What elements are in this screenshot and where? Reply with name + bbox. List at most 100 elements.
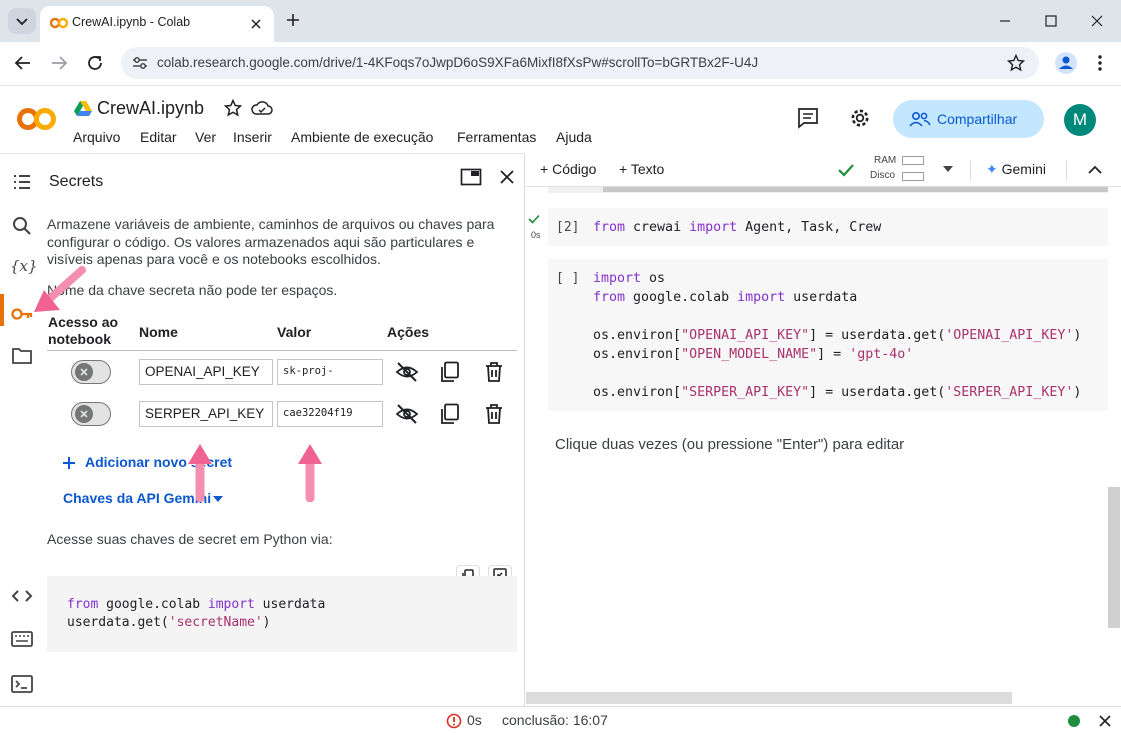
menu-inserir[interactable]: Inserir: [233, 129, 272, 145]
left-sidebar-rail: {x}: [0, 153, 42, 706]
access-toggle-openai[interactable]: [71, 360, 111, 384]
vertical-scrollbar[interactable]: [1108, 487, 1120, 628]
folder-icon[interactable]: [10, 344, 34, 368]
toggle-visibility-icon[interactable]: [395, 360, 419, 384]
menu-ferramentas[interactable]: Ferramentas: [457, 129, 536, 145]
header-actions: Ações: [387, 324, 430, 340]
notebook-toolbar: + Código + Texto RAM Disco ✦ Gemini: [526, 153, 1121, 187]
secrets-panel: Secrets Armazene variáveis de ambiente, …: [34, 153, 525, 706]
address-bar[interactable]: colab.research.google.com/drive/1-4KFoqs…: [121, 47, 1039, 79]
menu-ajuda[interactable]: Ajuda: [556, 129, 592, 145]
search-icon[interactable]: [10, 214, 34, 238]
menu-ver[interactable]: Ver: [195, 129, 216, 145]
header-name: Nome: [139, 324, 178, 340]
access-toggle-serper[interactable]: [71, 402, 111, 426]
disk-label: Disco: [870, 170, 896, 181]
execution-count: [2]: [556, 220, 580, 235]
notebook-title[interactable]: CrewAI.ipynb: [97, 98, 204, 119]
add-code-cell-button[interactable]: + Código: [540, 161, 596, 177]
execution-check-icon: [528, 214, 540, 224]
colab-header: CrewAI.ipynb Arquivo Editar Ver Inserir …: [0, 87, 1121, 153]
key-icon[interactable]: [10, 302, 34, 326]
menu-ambiente-de-execucao[interactable]: Ambiente de execução: [291, 129, 433, 145]
secret-name-input[interactable]: OPENAI_API_KEY: [139, 359, 273, 385]
star-icon[interactable]: [224, 99, 242, 117]
share-button[interactable]: Compartilhar: [893, 100, 1044, 138]
secret-name-input[interactable]: SERPER_API_KEY: [139, 401, 273, 427]
horizontal-scrollbar[interactable]: [526, 692, 1012, 704]
disk-bar: [902, 172, 924, 181]
minimize-icon[interactable]: [998, 14, 1012, 28]
text-cell-placeholder[interactable]: Clique duas vezes (ou pressione "Enter")…: [555, 436, 904, 453]
terminal-icon[interactable]: [10, 672, 34, 696]
user-avatar[interactable]: M: [1064, 104, 1096, 136]
copy-icon[interactable]: [438, 360, 462, 384]
url-text: colab.research.google.com/drive/1-4KFoqs…: [157, 55, 759, 70]
back-arrow-icon[interactable]: [14, 54, 32, 72]
gemini-button[interactable]: ✦ Gemini: [986, 161, 1046, 178]
browser-tab[interactable]: CrewAI.ipynb - Colab: [40, 6, 274, 42]
secret-value-input[interactable]: sk-proj-: [277, 359, 383, 385]
elapsed-time: 0s: [467, 712, 482, 728]
site-info-icon[interactable]: [131, 55, 149, 71]
snippet-line-1: from google.colab import userdata: [67, 597, 326, 612]
table-of-contents-icon[interactable]: [10, 170, 34, 194]
delete-icon[interactable]: [482, 402, 506, 426]
profile-icon[interactable]: [1054, 51, 1078, 75]
python-snippet: from google.colab import userdata userda…: [47, 576, 517, 652]
share-label: Compartilhar: [937, 111, 1018, 127]
annotation-arrow-icon: [34, 266, 86, 312]
connected-check-icon: [838, 164, 854, 177]
execution-time: 0s: [531, 230, 541, 240]
command-palette-icon[interactable]: [10, 627, 34, 651]
colab-favicon-icon: [50, 17, 68, 29]
execution-count[interactable]: [ ]: [556, 271, 579, 286]
toolbar-divider: [970, 161, 971, 181]
tab-search-button[interactable]: [8, 8, 36, 34]
dropdown-arrow-icon: [213, 496, 223, 502]
header-value: Valor: [277, 324, 312, 340]
secret-value-input[interactable]: cae32204f19: [277, 401, 383, 427]
toggle-visibility-icon[interactable]: [395, 402, 419, 426]
runtime-dropdown-icon[interactable]: [943, 166, 953, 172]
code-line: os.environ["OPEN_MODEL_NAME"] = 'gpt-4o': [593, 347, 914, 362]
browser-tab-bar: CrewAI.ipynb - Colab: [0, 0, 1121, 42]
copy-icon[interactable]: [438, 402, 462, 426]
connection-status-dot: [1068, 715, 1080, 727]
new-tab-icon[interactable]: [285, 12, 301, 28]
annotation-arrow-icon: [188, 444, 212, 502]
comments-icon[interactable]: [797, 107, 821, 129]
add-text-cell-button[interactable]: + Texto: [619, 161, 664, 177]
reload-icon[interactable]: [86, 54, 104, 72]
code-cell[interactable]: [ ] import os from google.colab import u…: [548, 259, 1108, 411]
people-icon: [909, 111, 931, 127]
close-panel-icon[interactable]: [499, 169, 515, 185]
settings-gear-icon[interactable]: [849, 107, 871, 129]
collapse-chevron-icon[interactable]: [1088, 165, 1102, 175]
annotation-arrow-icon: [298, 444, 322, 502]
browser-menu-icon[interactable]: [1094, 54, 1106, 72]
close-window-icon[interactable]: [1090, 14, 1104, 28]
table-divider: [47, 350, 517, 351]
cloud-saved-icon[interactable]: [251, 100, 273, 116]
delete-icon[interactable]: [482, 360, 506, 384]
open-in-tab-icon[interactable]: [460, 168, 482, 186]
error-clock-icon: [446, 713, 462, 729]
cell-run-status[interactable]: 0s: [528, 214, 544, 240]
bookmark-star-icon[interactable]: [1007, 54, 1025, 72]
close-tab-icon[interactable]: [250, 18, 262, 30]
colab-logo-icon[interactable]: [16, 105, 58, 133]
forward-arrow-icon[interactable]: [50, 54, 68, 72]
close-status-icon[interactable]: [1099, 715, 1111, 727]
maximize-icon[interactable]: [1044, 14, 1058, 28]
code-line: os.environ["OPENAI_API_KEY"] = userdata.…: [593, 328, 1082, 343]
code-snippets-icon[interactable]: [10, 584, 34, 608]
menu-arquivo[interactable]: Arquivo: [73, 129, 120, 145]
previous-cell-edge: [548, 187, 1108, 193]
completion-time: conclusão: 16:07: [502, 712, 608, 728]
google-drive-icon: [74, 101, 92, 116]
code-cell[interactable]: [2] from crewai import Agent, Task, Crew: [548, 208, 1108, 246]
toolbar-divider: [1066, 161, 1067, 181]
menu-editar[interactable]: Editar: [140, 129, 177, 145]
ram-bar: [902, 156, 924, 165]
